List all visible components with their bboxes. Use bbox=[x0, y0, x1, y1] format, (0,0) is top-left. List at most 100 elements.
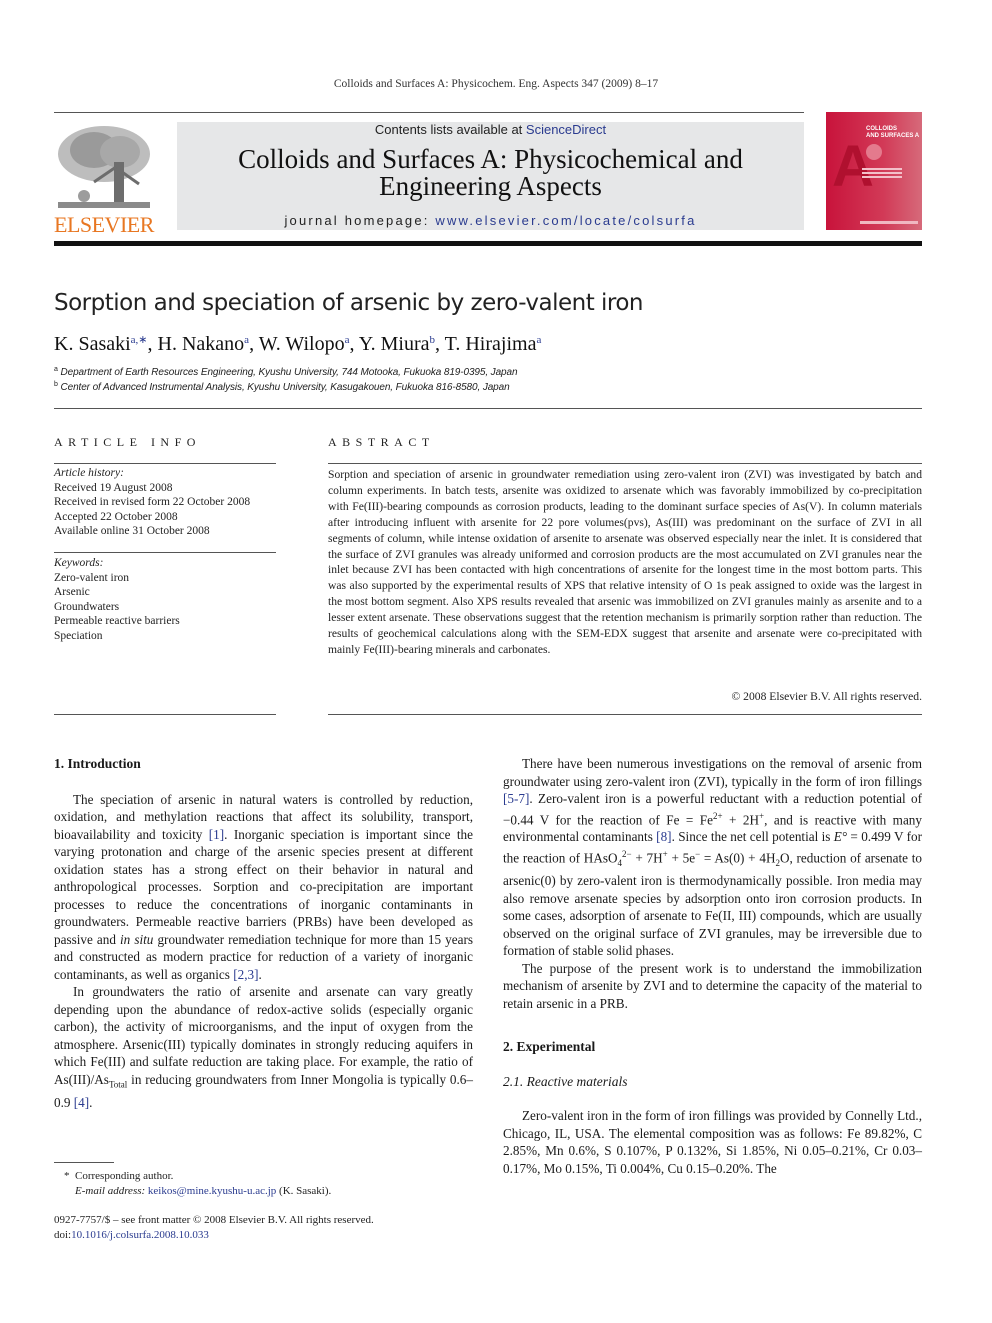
masthead-thick-rule bbox=[54, 241, 922, 246]
citation-link[interactable]: [8] bbox=[656, 829, 671, 844]
doi-note: doi:10.1016/j.colsurfa.2008.10.033 bbox=[54, 1228, 209, 1243]
keyword-item: Zero-valent iron bbox=[54, 571, 130, 584]
abstract-bottom-rule bbox=[328, 714, 922, 715]
journal-title: Colloids and Surfaces A: Physicochemical… bbox=[177, 146, 804, 200]
subscript: Total bbox=[108, 1079, 128, 1090]
running-header: Colloids and Surfaces A: Physicochem. En… bbox=[333, 78, 659, 90]
citation-link[interactable]: [2,3] bbox=[233, 967, 258, 982]
intro-paragraph-2: In groundwaters the ratio of arsenite an… bbox=[54, 983, 473, 1111]
author-list: K. Sasakia,∗, H. Nakanoa, W. Wilopoa, Y.… bbox=[54, 333, 541, 356]
intro-paragraph-1: The speciation of arsenic in natural wat… bbox=[54, 791, 473, 984]
keyword-item: Groundwaters bbox=[54, 600, 120, 613]
citation-link[interactable]: [1] bbox=[209, 827, 224, 842]
corresponding-text: Corresponding author. bbox=[75, 1170, 174, 1182]
front-matter-note: 0927-7757/$ – see front matter © 2008 El… bbox=[54, 1214, 374, 1226]
title-block-rule bbox=[54, 408, 922, 409]
author[interactable]: K. Sasakia,∗ bbox=[54, 333, 148, 355]
keyword-item: Arsenic bbox=[54, 586, 90, 598]
text-run: + 2H bbox=[722, 811, 760, 827]
italic-text: E° bbox=[833, 829, 848, 845]
author[interactable]: W. Wilopoa bbox=[259, 333, 350, 355]
abstract-copyright: © 2008 Elsevier B.V. All rights reserved… bbox=[731, 690, 922, 703]
email-link[interactable]: keikos@mine.kyushu-u.ac.jp bbox=[148, 1185, 276, 1197]
doi-label: doi: bbox=[54, 1229, 72, 1241]
keywords-rule bbox=[54, 552, 276, 553]
body-right-column: There have been numerous investigations … bbox=[503, 755, 922, 1177]
author-name: H. Nakano bbox=[157, 333, 245, 355]
cover-dot-icon bbox=[866, 144, 882, 160]
affiliation-mark: b bbox=[54, 381, 58, 388]
article-info-rule bbox=[54, 463, 276, 464]
section-heading-experimental: 2. Experimental bbox=[503, 1039, 596, 1055]
elsevier-wordmark: ELSEVIER bbox=[54, 212, 154, 237]
text-run: O, reduction of arsenate to arsenic(0) b… bbox=[503, 850, 923, 959]
author-affiliation-mark[interactable]: a,∗ bbox=[131, 334, 148, 346]
abstract-text: Sorption and speciation of arsenic in gr… bbox=[328, 468, 922, 656]
author-name: T. Hirajima bbox=[444, 333, 537, 355]
email-label: E-mail address: bbox=[75, 1185, 148, 1197]
history-item: Received 19 August 2008 bbox=[54, 481, 173, 494]
text-run: in reducing groundwaters from Inner Mong… bbox=[54, 1071, 473, 1110]
keywords-label: Keywords: bbox=[54, 557, 104, 569]
affiliation-text: Department of Earth Resources Engineerin… bbox=[60, 367, 518, 378]
article-title: Sorption and speciation of arsenic by ze… bbox=[54, 290, 644, 316]
author-affiliation-mark[interactable]: a bbox=[536, 334, 541, 346]
header-rule bbox=[54, 112, 804, 113]
text-run: . bbox=[89, 1094, 93, 1110]
text-run: + 5e bbox=[667, 850, 696, 866]
text-run: + 7H bbox=[631, 850, 663, 866]
abstract-rule bbox=[328, 463, 922, 464]
cover-title: COLLOIDS AND SURFACES A bbox=[866, 126, 919, 140]
citation-link[interactable]: [4] bbox=[74, 1095, 89, 1110]
journal-title-line2: Engineering Aspects bbox=[379, 171, 602, 201]
experimental-paragraph-1: Zero-valent iron in the form of iron fil… bbox=[503, 1108, 922, 1176]
article-info-bottom-rule bbox=[54, 714, 276, 715]
superscript: 2+ bbox=[712, 810, 723, 821]
subsection-heading-reactive-materials: 2.1. Reactive materials bbox=[503, 1073, 628, 1089]
homepage-link[interactable]: www.elsevier.com/locate/colsurfa bbox=[435, 213, 696, 228]
article-history-label: Article history: bbox=[54, 467, 124, 479]
intro-paragraph-4: The purpose of the present work is to un… bbox=[503, 960, 922, 1011]
keywords: Keywords: Zero-valent iron Arsenic Groun… bbox=[54, 556, 276, 643]
keyword-item: Speciation bbox=[54, 629, 103, 642]
author-separator: , bbox=[349, 333, 359, 355]
text-run: . bbox=[258, 966, 262, 982]
email-suffix: (K. Sasaki). bbox=[276, 1185, 332, 1197]
keyword-item: Permeable reactive barriers bbox=[54, 615, 180, 627]
author-separator: , bbox=[434, 333, 445, 355]
author[interactable]: T. Hirajimaa bbox=[445, 333, 542, 355]
article-history: Article history: Received 19 August 2008… bbox=[54, 466, 276, 539]
sciencedirect-link[interactable]: ScienceDirect bbox=[526, 122, 606, 137]
history-item: Available online 31 October 2008 bbox=[54, 525, 210, 537]
contents-prefix: Contents lists available at bbox=[374, 122, 526, 137]
text-run: = As(0) + 4H bbox=[700, 850, 776, 866]
cover-footer-strip bbox=[860, 221, 918, 224]
footnote-star: * bbox=[64, 1170, 70, 1182]
text-run: . Since the net cell potential is bbox=[671, 829, 834, 845]
contents-line: Contents lists available at ScienceDirec… bbox=[177, 122, 804, 137]
author-name: W. Wilopo bbox=[258, 333, 345, 355]
footnote-rule bbox=[54, 1162, 114, 1163]
journal-cover-thumbnail[interactable]: A COLLOIDS AND SURFACES A bbox=[826, 112, 922, 230]
doi-link[interactable]: 10.1016/j.colsurfa.2008.10.033 bbox=[71, 1229, 209, 1241]
author-name: Y. Miura bbox=[358, 333, 430, 355]
author[interactable]: H. Nakanoa bbox=[158, 333, 250, 355]
homepage-prefix: journal homepage: bbox=[284, 213, 436, 228]
author-separator: , bbox=[147, 333, 158, 355]
journal-title-line1: Colloids and Surfaces A: Physicochemical… bbox=[238, 144, 743, 174]
body-left-column: 1. Introduction The speciation of arseni… bbox=[54, 755, 473, 1111]
cover-title-line2: AND SURFACES A bbox=[866, 133, 920, 139]
text-run: There have been numerous investigations … bbox=[503, 756, 922, 789]
history-item: Received in revised form 22 October 2008 bbox=[54, 496, 251, 508]
history-item: Accepted 22 October 2008 bbox=[54, 510, 178, 523]
citation-link[interactable]: [5-7] bbox=[503, 791, 529, 806]
cover-subtitle-lines bbox=[862, 168, 902, 170]
article-info-heading: ARTICLE INFO bbox=[54, 435, 201, 449]
abstract-heading: ABSTRACT bbox=[328, 435, 435, 449]
author-separator: , bbox=[249, 333, 259, 355]
affiliation-text: Center of Advanced Instrumental Analysis… bbox=[60, 382, 510, 393]
author[interactable]: Y. Miurab bbox=[359, 333, 435, 355]
cover-title-line1: COLLOIDS bbox=[866, 126, 897, 132]
subscript: 4 bbox=[617, 857, 623, 868]
journal-homepage: journal homepage: www.elsevier.com/locat… bbox=[177, 213, 804, 228]
